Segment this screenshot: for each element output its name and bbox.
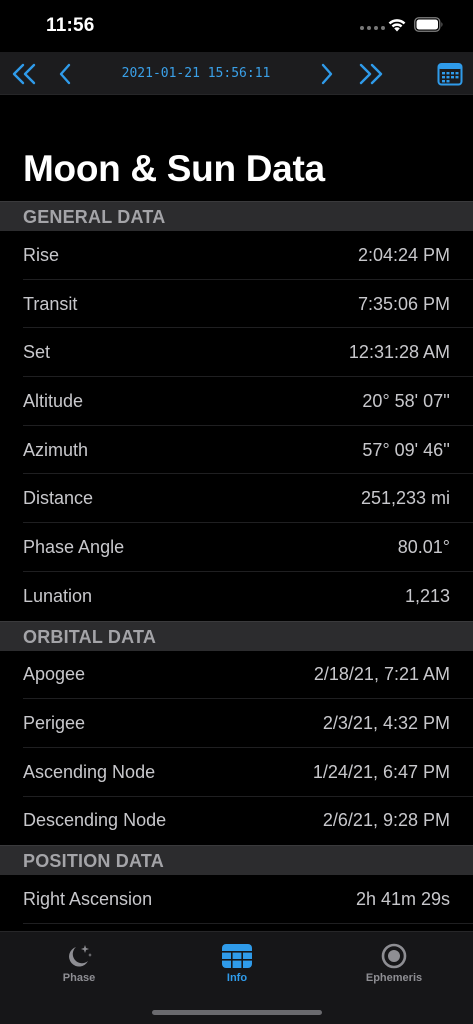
row-label: Rise xyxy=(23,244,60,265)
row-label: Azimuth xyxy=(23,439,89,460)
row-value: 251,233 mi xyxy=(360,488,450,509)
row-value: 2/18/21, 7:21 AM xyxy=(313,664,450,685)
row-label: Lunation xyxy=(23,585,93,606)
list-item: Apogee 2/18/21, 7:21 AM xyxy=(0,651,473,700)
row-label: Ascending Node xyxy=(23,761,156,782)
row-label: Perigee xyxy=(23,713,86,734)
list-item: Rise 2:04:24 PM xyxy=(0,231,473,280)
list-item: Distance 251,233 mi xyxy=(0,474,473,523)
chevron-left-icon[interactable] xyxy=(50,52,80,95)
row-label: Distance xyxy=(23,488,94,509)
status-bar: 11:56 xyxy=(0,0,473,52)
tab-phase[interactable]: Phase xyxy=(0,932,158,992)
row-value: 7:35:06 PM xyxy=(357,293,450,314)
row-label: Descending Node xyxy=(23,810,167,831)
list-item: Right Ascension 2h 41m 29s xyxy=(0,875,473,924)
list-item: Perigee 2/3/21, 4:32 PM xyxy=(0,699,473,748)
row-value: 2/3/21, 4:32 PM xyxy=(322,713,450,734)
section-header-general: GENERAL DATA xyxy=(0,201,473,231)
row-value: 57° 09' 46'' xyxy=(362,439,450,460)
row-value: 12:31:28 AM xyxy=(348,342,450,363)
list-item: Ascending Node 1/24/21, 6:47 PM xyxy=(0,748,473,797)
tab-label: Phase xyxy=(62,972,96,984)
row-label: Right Ascension xyxy=(23,889,153,910)
tab-label: Ephemeris xyxy=(365,972,423,984)
date-toolbar: 2021-01-21 15:56:11 xyxy=(0,52,473,95)
row-value: 20° 58' 07'' xyxy=(362,390,450,411)
row-label: Phase Angle xyxy=(23,536,125,557)
row-label: Apogee xyxy=(23,664,86,685)
tab-info[interactable]: Info xyxy=(158,932,316,992)
chevron-right-icon[interactable] xyxy=(312,52,342,95)
double-chevron-right-icon[interactable] xyxy=(352,52,390,95)
date-display[interactable]: 2021-01-21 15:56:11 xyxy=(96,52,296,95)
tab-label: Info xyxy=(226,972,248,984)
list-item: Phase Angle 80.01° xyxy=(0,523,473,572)
data-list[interactable]: GENERAL DATA Rise 2:04:24 PM Transit 7:35:… xyxy=(0,201,473,931)
page-title: Moon & Sun Data xyxy=(23,148,325,189)
table-icon xyxy=(222,943,252,969)
moon-stars-icon xyxy=(65,943,93,969)
section-header-position: POSITION DATA xyxy=(0,845,473,876)
row-value: 2:04:24 PM xyxy=(357,244,450,265)
row-value: 2/6/21, 9:28 PM xyxy=(322,810,450,831)
status-time: 11:56 xyxy=(46,15,95,36)
list-item: Azimuth 57° 09' 46'' xyxy=(0,426,473,475)
calendar-icon[interactable] xyxy=(434,52,466,95)
tab-ephemeris[interactable]: Ephemeris xyxy=(315,932,473,992)
wifi-icon xyxy=(388,19,406,32)
list-item: Lunation 1,213 xyxy=(0,572,473,621)
list-item: Set 12:31:28 AM xyxy=(0,328,473,377)
battery-icon xyxy=(414,17,443,32)
row-value: 1/24/21, 6:47 PM xyxy=(312,761,450,782)
home-indicator xyxy=(152,1010,322,1015)
section-header-orbital: ORBITAL DATA xyxy=(0,620,473,651)
row-value: 2h 41m 29s xyxy=(355,889,450,910)
target-icon xyxy=(381,943,407,969)
double-chevron-left-icon[interactable] xyxy=(4,52,44,95)
row-label: Set xyxy=(23,342,51,363)
list-item: Altitude 20° 58' 07'' xyxy=(0,377,473,426)
row-value: 80.01° xyxy=(397,536,450,557)
row-label: Altitude xyxy=(23,390,84,411)
cellular-signal-icon xyxy=(360,26,385,30)
list-item: Descending Node 2/6/21, 9:28 PM xyxy=(0,797,473,846)
row-value: 1,213 xyxy=(404,585,450,606)
list-item: Transit 7:35:06 PM xyxy=(0,280,473,329)
row-label: Transit xyxy=(23,293,78,314)
